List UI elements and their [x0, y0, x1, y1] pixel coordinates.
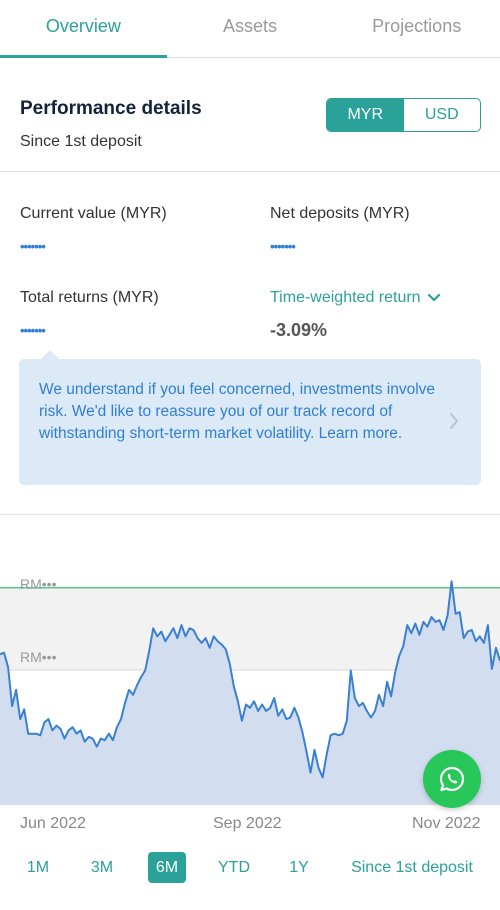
performance-subtitle: Since 1st deposit	[20, 133, 142, 150]
range-6m[interactable]: 6M	[148, 852, 186, 883]
y-axis-label-mid: RM•••	[20, 649, 57, 665]
current-value-label: Current value (MYR)	[20, 205, 167, 222]
current-value-masked: •••••••	[20, 239, 46, 254]
y-axis-label-top: RM•••	[20, 576, 57, 592]
tab-projections[interactable]: Projections	[333, 0, 500, 57]
time-weighted-return-label: Time-weighted return	[270, 289, 421, 306]
range-ytd[interactable]: YTD	[212, 852, 256, 883]
x-axis-label-sep: Sep 2022	[213, 815, 282, 832]
chevron-down-icon	[427, 293, 440, 302]
time-weighted-return-dropdown[interactable]: Time-weighted return	[270, 289, 441, 307]
tab-assets[interactable]: Assets	[167, 0, 334, 57]
reassurance-text: We understand if you feel concerned, inv…	[39, 381, 436, 442]
time-weighted-return-value: -3.09%	[270, 320, 328, 340]
currency-toggle: MYR USD	[326, 98, 481, 132]
reassurance-banner[interactable]: We understand if you feel concerned, inv…	[19, 350, 481, 485]
whatsapp-icon	[439, 766, 465, 792]
range-1y[interactable]: 1Y	[284, 852, 314, 883]
range-1m[interactable]: 1M	[18, 852, 58, 883]
range-since-first-deposit[interactable]: Since 1st deposit	[345, 852, 479, 883]
top-tabs: Overview Assets Projections	[0, 0, 500, 58]
range-3m[interactable]: 3M	[82, 852, 122, 883]
currency-usd-button[interactable]: USD	[404, 99, 481, 131]
time-range-selector: 1M 3M 6M YTD 1Y Since 1st deposit	[0, 852, 500, 884]
performance-title: Performance details	[20, 98, 202, 119]
net-deposits-label: Net deposits (MYR)	[270, 205, 410, 222]
chevron-right-icon	[450, 413, 458, 429]
x-axis-label-jun: Jun 2022	[20, 815, 86, 832]
tab-overview[interactable]: Overview	[0, 0, 167, 58]
x-axis-label-nov: Nov 2022	[412, 815, 481, 832]
divider	[0, 514, 500, 515]
whatsapp-chat-button[interactable]	[423, 750, 481, 808]
total-returns-label: Total returns (MYR)	[20, 289, 159, 306]
currency-myr-button[interactable]: MYR	[327, 99, 404, 131]
total-returns-masked: •••••••	[20, 323, 46, 338]
divider	[0, 171, 500, 172]
net-deposits-masked: •••••••	[270, 239, 296, 254]
